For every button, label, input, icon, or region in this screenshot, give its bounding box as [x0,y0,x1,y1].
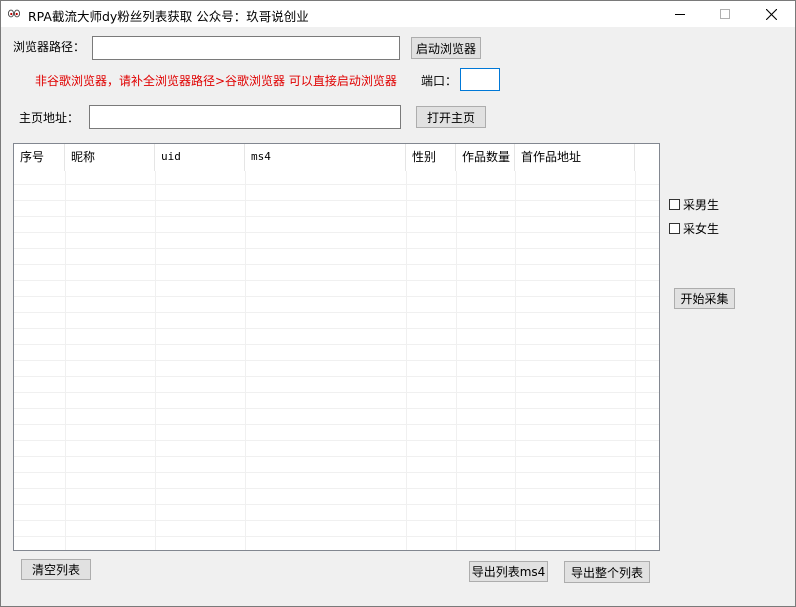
column-header-index[interactable]: 序号 [14,144,65,171]
grid-line-horizontal [14,408,659,409]
window-title: RPA截流大师dy粉丝列表获取 公众号：玖哥说创业 [28,9,309,24]
fans-list-table[interactable]: 序号 昵称 uid ms4 性别 作品数量 首作品地址 [13,143,660,551]
maximize-icon [720,9,730,19]
grid-line-horizontal [14,232,659,233]
grid-line-horizontal [14,312,659,313]
open-homepage-button[interactable]: 打开主页 [416,106,486,128]
grid-line-horizontal [14,504,659,505]
male-checkbox[interactable]: 采男生 [669,196,719,213]
column-header-works-count[interactable]: 作品数量 [456,144,515,171]
grid-line-horizontal [14,248,659,249]
export-all-button[interactable]: 导出整个列表 [564,561,650,583]
grid-line-horizontal [14,456,659,457]
column-header-gender[interactable]: 性别 [406,144,456,171]
clear-list-button[interactable]: 清空列表 [21,559,91,580]
grid-line-horizontal [14,360,659,361]
grid-line-horizontal [14,216,659,217]
grid-line-horizontal [14,344,659,345]
grid-line-horizontal [14,488,659,489]
browser-path-label: 浏览器路径： [13,40,86,54]
close-button[interactable] [748,1,794,27]
grid-line-horizontal [14,536,659,537]
column-header-ms4[interactable]: ms4 [245,144,406,171]
column-header-first-work-url[interactable]: 首作品地址 [515,144,635,171]
start-collect-button[interactable]: 开始采集 [674,288,735,309]
app-window: RPA截流大师dy粉丝列表获取 公众号：玖哥说创业 浏览器路径： 启动浏览器 非… [0,0,796,607]
grid-line-horizontal [14,184,659,185]
grid-line-horizontal [14,520,659,521]
homepage-input[interactable] [89,105,401,129]
column-header-nickname[interactable]: 昵称 [65,144,155,171]
maximize-button[interactable] [702,1,748,27]
grid-line-horizontal [14,472,659,473]
close-icon [765,8,777,20]
table-header: 序号 昵称 uid ms4 性别 作品数量 首作品地址 [14,144,659,171]
grid-line-horizontal [14,280,659,281]
port-input[interactable] [460,68,500,91]
browser-path-input[interactable] [92,36,400,60]
grid-line-horizontal [14,424,659,425]
female-checkbox[interactable]: 采女生 [669,220,719,237]
grid-line-horizontal [14,264,659,265]
checkbox-box[interactable] [669,223,680,234]
app-icon [8,9,20,18]
minimize-button[interactable] [657,1,703,27]
checkbox-box[interactable] [669,199,680,210]
grid-line-horizontal [14,392,659,393]
export-ms4-button[interactable]: 导出列表ms4 [469,561,548,582]
grid-line-horizontal [14,376,659,377]
title-bar[interactable]: RPA截流大师dy粉丝列表获取 公众号：玖哥说创业 [1,1,795,27]
grid-line-horizontal [14,440,659,441]
minimize-icon [675,14,685,15]
homepage-label: 主页地址： [19,111,80,125]
grid-line-horizontal [14,328,659,329]
grid-line-horizontal [14,200,659,201]
port-label: 端口： [421,74,458,88]
column-header-uid[interactable]: uid [155,144,245,171]
female-checkbox-label: 采女生 [683,222,720,236]
grid-line-horizontal [14,296,659,297]
launch-browser-button[interactable]: 启动浏览器 [411,37,481,59]
browser-hint-text: 非谷歌浏览器，请补全浏览器路径>谷歌浏览器 可以直接启动浏览器 [35,74,397,88]
male-checkbox-label: 采男生 [683,198,720,212]
